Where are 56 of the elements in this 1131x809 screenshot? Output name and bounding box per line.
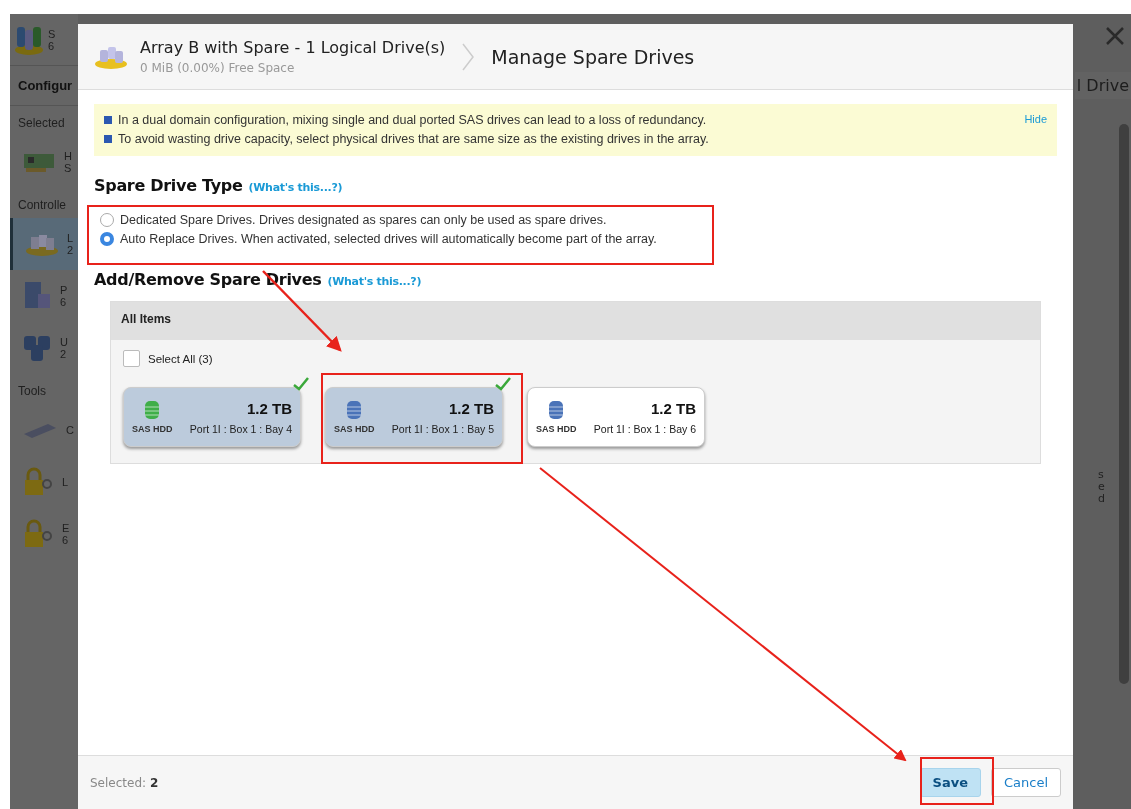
disks-icon [22,333,52,363]
drive-card[interactable]: SAS HDD 1.2 TB Port 1I : Box 1 : Bay 5 [325,387,503,447]
radio-label[interactable]: Dedicated Spare Drives. Drives designated as spares can only be used as spare drives. [120,213,607,227]
sidebar-item[interactable]: E 6 [10,508,78,560]
section-heading: Spare Drive Type [94,176,243,195]
text-fragment: d [1098,493,1105,505]
drive-card[interactable]: SAS HDD 1.2 TB Port 1I : Box 1 : Bay 4 [123,387,301,447]
drive-location: Port 1I : Box 1 : Bay 6 [593,422,696,435]
app-title: S [48,27,56,40]
sidebar-item[interactable]: C [10,404,78,456]
page-title: Manage Spare Drives [491,45,695,68]
drive-type: SAS HDD [132,424,173,434]
sidebar-group-label: Tools [17,383,47,400]
notice-text: To avoid wasting drive capacity, select physical drives that are same size as the existing drives in the array. [118,132,709,146]
radio-button[interactable] [100,213,114,227]
bullet-icon [104,135,112,143]
help-link[interactable]: (What's this...?) [248,181,343,194]
bullet-icon [104,116,112,124]
hide-link[interactable]: Hide [1024,113,1047,146]
dialog-title: Array B with Spare - 1 Logical Drive(s) [140,38,446,57]
app-subtitle: 6 [48,39,56,52]
drive-location: Port 1I : Box 1 : Bay 4 [189,422,292,435]
close-icon[interactable] [1105,26,1125,46]
drive-type: SAS HDD [334,424,375,434]
sidebar-item[interactable]: L 2 [10,218,78,270]
drive-type: SAS HDD [536,424,577,434]
chevron-icon [461,41,476,72]
scrollbar[interactable] [1119,124,1129,684]
sidebar-item[interactable]: H S [10,136,78,188]
radio-label[interactable]: Auto Replace Drives. When activated, selected drives will automatically become part of the array. [120,232,657,246]
sidebar-item[interactable]: P 6 [10,270,78,322]
checkbox[interactable] [123,350,140,367]
lock-keys-icon [22,518,54,550]
dialog-subtitle: 0 MiB (0.00%) Free Space [140,61,296,75]
cancel-button[interactable]: Cancel [990,768,1061,797]
sidebar-group-label: Selected [17,115,66,132]
lock-keys-icon [22,466,54,498]
sidebar-item[interactable]: L [10,456,78,508]
check-icon [293,377,309,391]
text-fragment: s [1098,469,1105,481]
check-icon [495,377,511,391]
text-fragment: e [1098,481,1105,493]
notice-text: In a dual domain configuration, mixing single and dual ported SAS drives can lead to a loss of redundancy. [118,113,707,127]
selected-count: Selected: 2 [90,775,159,790]
save-button[interactable]: Save [919,768,981,797]
drive-capacity: 1.2 TB [449,399,494,417]
drive-capacity: 1.2 TB [651,399,696,417]
drive-location: Port 1I : Box 1 : Bay 5 [391,422,494,435]
drive-card[interactable]: SAS HDD 1.2 TB Port 1I : Box 1 : Bay 6 [527,387,705,447]
radio-button[interactable] [100,232,114,246]
sidebar-item[interactable]: U 2 [10,322,78,374]
help-link[interactable]: (What's this...?) [327,275,422,288]
checkbox-label[interactable]: Select All (3) [148,352,213,365]
drive-capacity: 1.2 TB [247,399,292,417]
sidebar-group-label: Controlle [17,197,68,214]
panel-header: All Items [111,302,1040,340]
